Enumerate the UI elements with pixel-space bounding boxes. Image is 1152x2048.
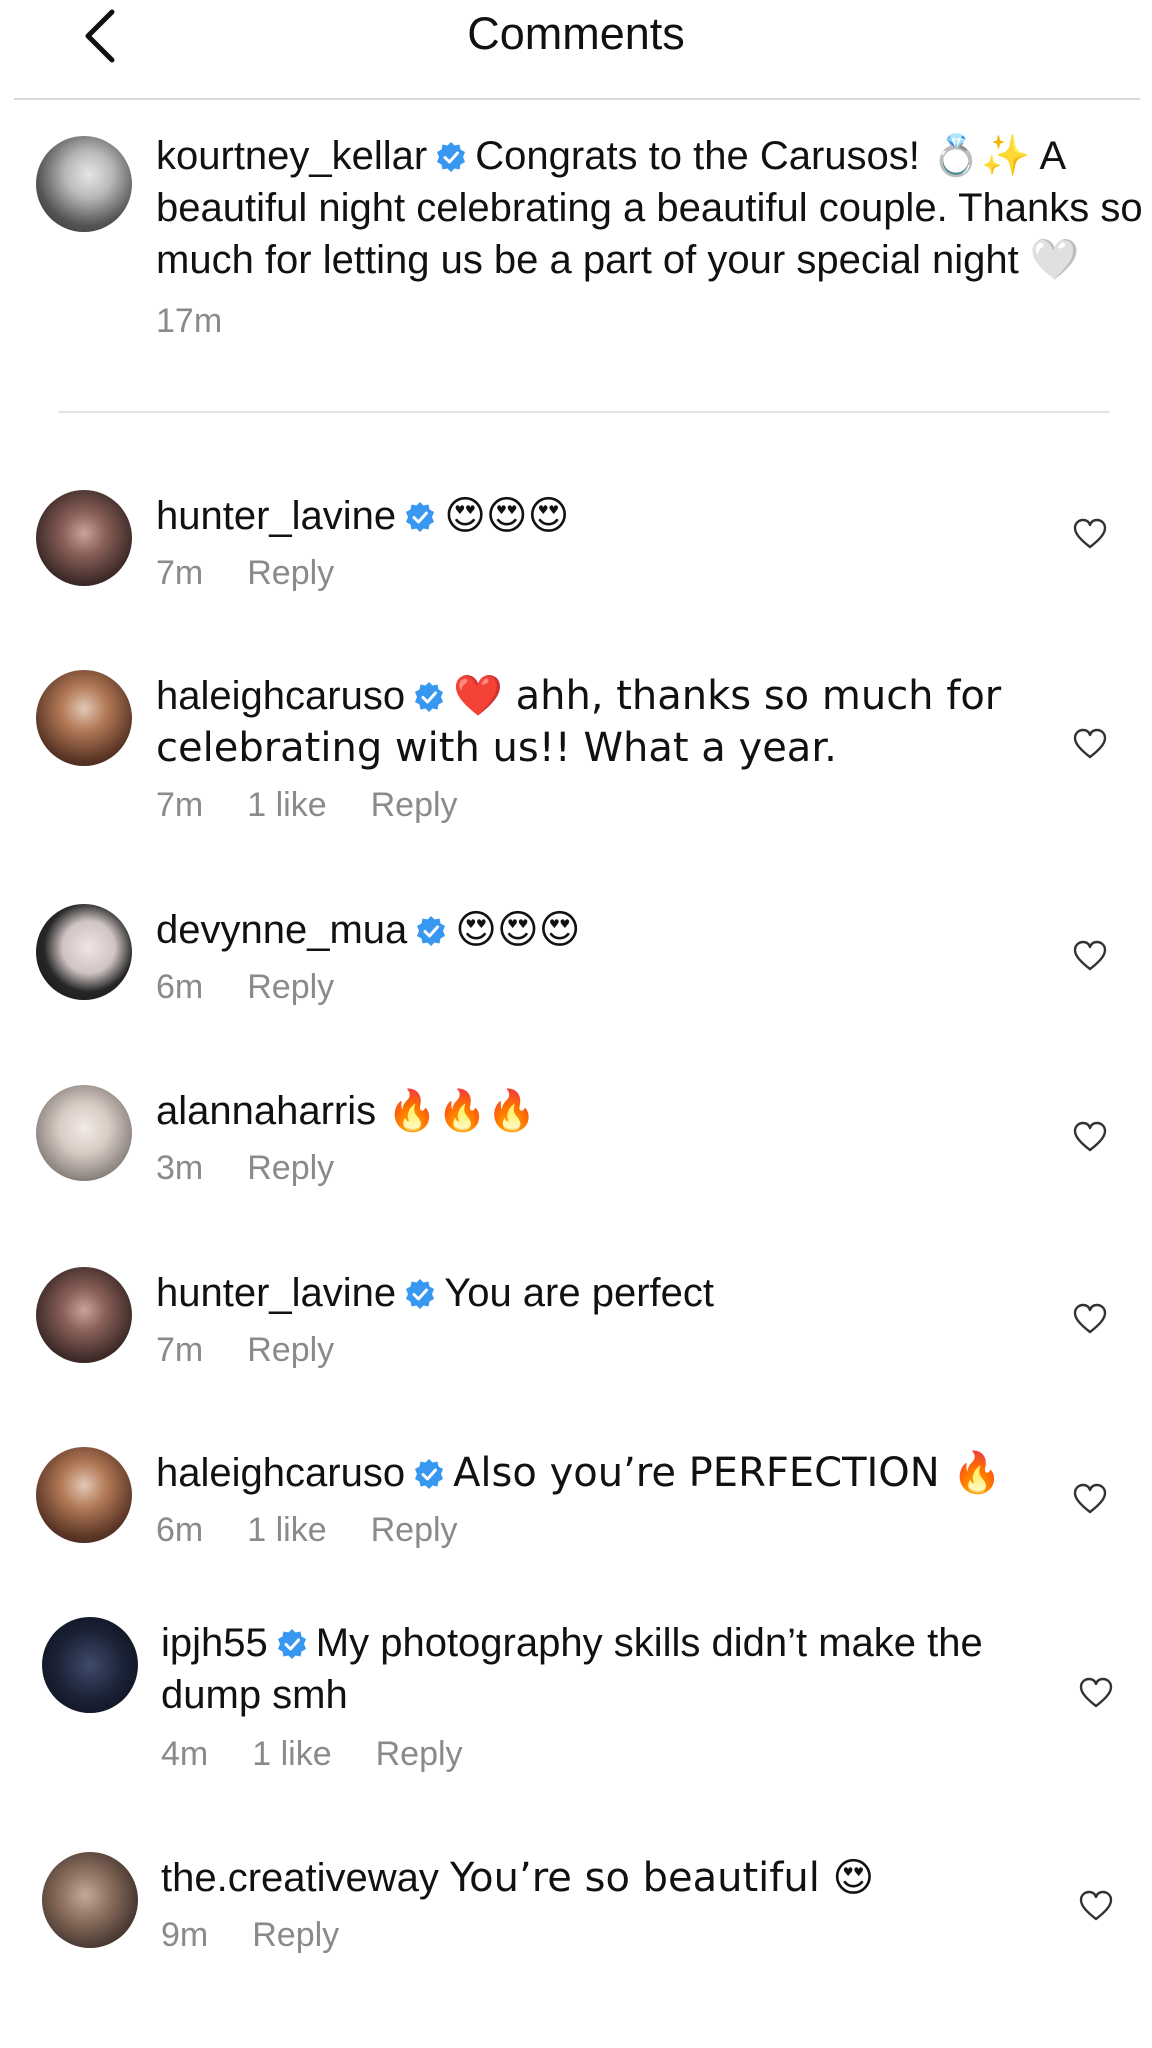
reply-button[interactable]: Reply	[247, 968, 334, 1006]
avatar[interactable]	[36, 904, 132, 1000]
verified-badge-icon	[406, 502, 435, 532]
avatar[interactable]	[36, 136, 132, 232]
verified-badge-icon	[437, 142, 466, 172]
comment-timestamp: 3m	[156, 1149, 204, 1187]
caption-timestamp: 17m	[156, 302, 223, 340]
avatar[interactable]	[42, 1617, 138, 1713]
comment-body: hunter_lavine 😍😍😍	[156, 490, 1036, 542]
comment-timestamp: 7m	[156, 1331, 204, 1369]
caption-divider	[58, 411, 1110, 413]
heart-icon	[1079, 1890, 1113, 1921]
comment-meta: 6m 1 like Reply	[156, 1511, 502, 1550]
comment-meta: 9m Reply	[161, 1916, 383, 1955]
comment-body: hunter_lavine You are perfect	[156, 1267, 1036, 1319]
comment-body: haleighcaruso ❤️ ahh, thanks so much for …	[156, 670, 1036, 774]
comment-text: 🔥🔥🔥	[387, 1088, 537, 1134]
reply-button[interactable]: Reply	[247, 1149, 334, 1187]
heart-icon	[1073, 728, 1107, 759]
verified-badge-icon	[277, 1629, 306, 1659]
comment-username[interactable]: hunter_lavine	[156, 1271, 396, 1315]
verified-badge-icon	[417, 916, 446, 946]
heart-icon	[1073, 940, 1107, 971]
like-button[interactable]	[1076, 1886, 1116, 1926]
avatar[interactable]	[36, 670, 132, 766]
comment-text: 😍😍😍	[455, 907, 581, 953]
like-button[interactable]	[1070, 1479, 1110, 1519]
header-divider	[14, 98, 1140, 100]
avatar[interactable]	[36, 1447, 132, 1543]
like-count[interactable]: 1 like	[247, 1511, 326, 1549]
like-button[interactable]	[1076, 1673, 1116, 1713]
verified-badge-icon	[415, 682, 444, 712]
avatar[interactable]	[42, 1852, 138, 1948]
comment-meta: 4m 1 like Reply	[161, 1735, 507, 1774]
like-button[interactable]	[1070, 514, 1110, 554]
comment-text: You’re so beautiful 😍	[450, 1855, 875, 1901]
comment-meta: 7m Reply	[156, 554, 378, 593]
comment-timestamp: 4m	[161, 1735, 209, 1773]
comment-username[interactable]: ipjh55	[161, 1621, 268, 1665]
comment-timestamp: 6m	[156, 968, 204, 1006]
reply-button[interactable]: Reply	[252, 1916, 339, 1954]
reply-button[interactable]: Reply	[371, 1511, 458, 1549]
comment-timestamp: 9m	[161, 1916, 209, 1954]
comment-text: You are perfect	[444, 1271, 715, 1315]
avatar[interactable]	[36, 490, 132, 586]
like-button[interactable]	[1070, 724, 1110, 764]
header-bar: Comments	[0, 0, 1152, 100]
comment-meta: 6m Reply	[156, 968, 378, 1007]
comment-timestamp: 7m	[156, 786, 204, 824]
comment-body: alannaharris 🔥🔥🔥	[156, 1085, 1036, 1137]
avatar[interactable]	[36, 1085, 132, 1181]
heart-icon	[1079, 1677, 1113, 1708]
like-button[interactable]	[1070, 1117, 1110, 1157]
heart-icon	[1073, 1303, 1107, 1334]
avatar[interactable]	[36, 1267, 132, 1363]
comment-body: ipjh55 My photography skills didn’t make …	[161, 1617, 1041, 1721]
like-count[interactable]: 1 like	[252, 1735, 331, 1773]
comment-username[interactable]: haleighcaruso	[156, 1451, 405, 1495]
reply-button[interactable]: Reply	[247, 554, 334, 592]
reply-button[interactable]: Reply	[371, 786, 458, 824]
comment-timestamp: 6m	[156, 1511, 204, 1549]
comment-body: haleighcaruso Also you’re PERFECTION 🔥	[156, 1447, 1036, 1499]
comment-username[interactable]: haleighcaruso	[156, 674, 405, 718]
comment-username[interactable]: devynne_mua	[156, 908, 407, 952]
comment-meta: 7m 1 like Reply	[156, 786, 502, 825]
comment-meta: 7m Reply	[156, 1331, 378, 1370]
heart-icon	[1073, 518, 1107, 549]
comment-text: Also you’re PERFECTION 🔥	[453, 1450, 1003, 1496]
comment-username[interactable]: alannaharris	[156, 1089, 376, 1133]
comment-text: 😍😍😍	[444, 493, 570, 539]
comment-meta: 3m Reply	[156, 1149, 378, 1188]
caption-text-block: kourtney_kellar Congrats to the Carusos! …	[156, 130, 1146, 286]
like-count[interactable]: 1 like	[247, 786, 326, 824]
verified-badge-icon	[406, 1279, 435, 1309]
verified-badge-icon	[415, 1459, 444, 1489]
heart-icon	[1073, 1121, 1107, 1152]
like-button[interactable]	[1070, 936, 1110, 976]
comment-username[interactable]: hunter_lavine	[156, 494, 396, 538]
like-button[interactable]	[1070, 1299, 1110, 1339]
comment-timestamp: 7m	[156, 554, 204, 592]
caption-username[interactable]: kourtney_kellar	[156, 134, 427, 178]
comment-username[interactable]: the.creativeway	[161, 1856, 439, 1900]
reply-button[interactable]: Reply	[247, 1331, 334, 1369]
reply-button[interactable]: Reply	[376, 1735, 463, 1773]
heart-icon	[1073, 1483, 1107, 1514]
comment-body: devynne_mua 😍😍😍	[156, 904, 1036, 956]
comment-body: the.creativeway You’re so beautiful 😍	[161, 1852, 1041, 1904]
page-title: Comments	[467, 8, 685, 59]
